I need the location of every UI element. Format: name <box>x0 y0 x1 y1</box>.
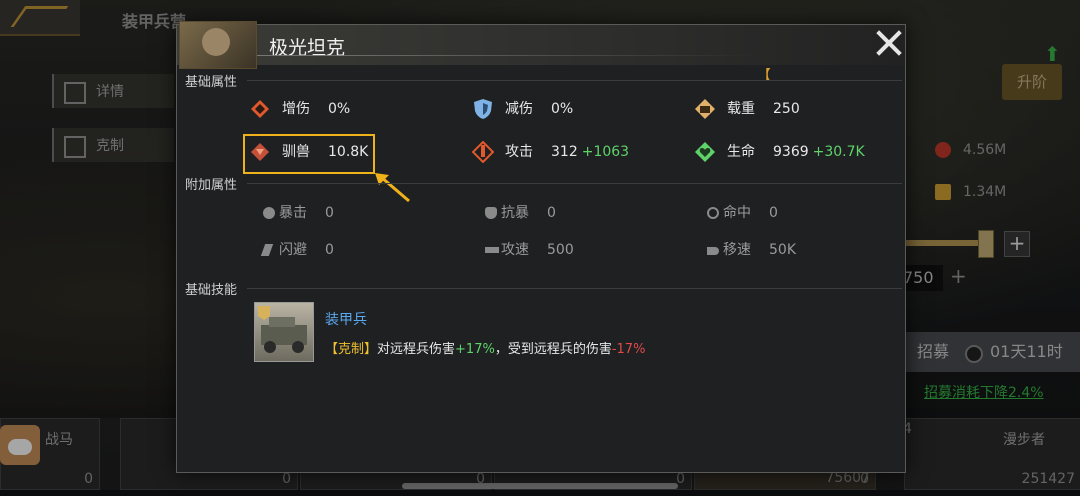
close-icon[interactable] <box>875 29 903 57</box>
skill-bonus-up: +17% <box>455 342 495 357</box>
stat-value: 500 <box>547 242 574 258</box>
stat-name: 攻速 <box>501 242 529 258</box>
section-divider <box>247 288 902 289</box>
stat-value: 10.8K <box>328 144 369 160</box>
skill-description: 【克制】对远程兵伤害+17%，受到远程兵的伤害-17% <box>325 338 645 357</box>
skill-desc-part: ，受到远程兵的伤害 <box>494 342 612 357</box>
stat-value: 9369 +30.7K <box>773 141 865 163</box>
stat-base: 312 <box>551 144 578 160</box>
section-divider <box>247 183 902 184</box>
skill-name-link[interactable]: 装甲兵 <box>325 309 367 329</box>
accuracy-icon <box>707 207 719 219</box>
stat-name: 暴击 <box>279 205 307 221</box>
stat-name: 命中 <box>723 205 751 221</box>
stat-value: 250 <box>773 101 800 117</box>
stat-load: 载重 250 <box>694 98 854 120</box>
stat-health: 生命 9369 +30.7K <box>694 141 894 163</box>
stat-name: 载重 <box>727 101 755 117</box>
cargo-icon <box>695 99 715 119</box>
attack-icon <box>472 141 494 163</box>
bracket-glyph: 【 <box>757 68 771 84</box>
stat-value: 0 <box>769 205 778 221</box>
stat-value: 0% <box>551 101 574 117</box>
skill-tag: 【克制】 <box>325 342 378 357</box>
stat-value: 0 <box>547 205 556 221</box>
stat-base: 9369 <box>773 144 809 160</box>
unit-portrait <box>179 21 257 69</box>
skill-desc-part: 对远程兵伤害 <box>377 342 456 357</box>
stat-value: 0 <box>325 205 334 221</box>
header-divider <box>257 55 757 56</box>
beast-tame-icon <box>251 143 269 161</box>
stat-attack-speed: 攻速 500 <box>481 239 641 261</box>
stat-damage-reduction: 减伤 0% <box>472 98 632 120</box>
stat-attack: 攻击 312 +1063 <box>472 141 672 163</box>
crit-icon <box>263 207 275 219</box>
stat-name: 抗暴 <box>501 205 529 221</box>
stat-name: 增伤 <box>282 101 310 117</box>
unit-info-dialog: 极光坦克 【 基础属性 增伤 0% 减伤 0% 载重 250 驯兽 10.8K … <box>176 21 906 473</box>
stat-name: 攻击 <box>505 144 533 160</box>
skill-bonus-down: -17% <box>611 342 646 357</box>
dodge-icon <box>260 244 274 256</box>
stat-dodge: 闪避 0 <box>259 239 419 261</box>
stat-name: 减伤 <box>505 101 533 117</box>
stat-move-speed: 移速 50K <box>703 239 863 261</box>
stat-damage-boost: 增伤 0% <box>249 98 409 120</box>
stat-bonus: +1063 <box>581 144 630 160</box>
section-extra-title: 附加属性 <box>185 178 238 193</box>
stat-crit-resist: 抗暴 0 <box>481 202 641 224</box>
stat-name: 闪避 <box>279 242 307 258</box>
stat-beast-taming: 驯兽 10.8K <box>249 141 409 163</box>
health-icon <box>695 142 715 162</box>
section-basic-title: 基础属性 <box>185 75 238 90</box>
stat-name: 移速 <box>723 242 751 258</box>
move-speed-icon <box>707 247 719 255</box>
stat-bonus: +30.7K <box>812 144 865 160</box>
armored-vehicle-icon <box>258 306 307 353</box>
stat-accuracy: 命中 0 <box>703 202 863 224</box>
stat-value: 312 +1063 <box>551 141 629 163</box>
section-skill-title: 基础技能 <box>185 283 238 298</box>
damage-boost-icon <box>251 100 269 118</box>
skill-tank-image[interactable] <box>254 302 314 362</box>
pointer-arrow-icon <box>375 173 410 203</box>
stat-value: 50K <box>769 242 796 258</box>
stat-crit: 暴击 0 <box>259 202 419 224</box>
stat-value: 0% <box>328 101 351 117</box>
stat-value: 0 <box>325 242 334 258</box>
section-divider <box>247 80 902 81</box>
shield-icon <box>474 99 492 119</box>
attack-speed-icon <box>485 247 499 253</box>
crit-resist-icon <box>485 207 497 219</box>
stat-name: 生命 <box>727 144 755 160</box>
stat-name: 驯兽 <box>282 144 310 160</box>
